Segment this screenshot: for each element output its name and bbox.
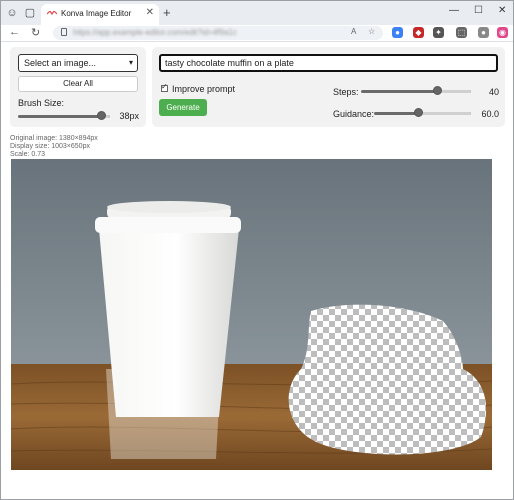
browser-toolbar: ← ↻ https://app.example-editor.com/edit?… bbox=[1, 25, 513, 41]
close-icon[interactable]: ✕ bbox=[498, 5, 506, 16]
slider-thumb[interactable] bbox=[433, 86, 442, 95]
paper-cup bbox=[99, 229, 239, 417]
back-icon[interactable]: ← bbox=[9, 26, 20, 38]
favorite-star-icon[interactable]: ☆ bbox=[368, 27, 375, 36]
maximize-icon[interactable]: ☐ bbox=[474, 5, 483, 16]
address-bar[interactable]: https://app.example-editor.com/edit?id=4… bbox=[53, 26, 383, 40]
steps-value: 40 bbox=[488, 87, 499, 97]
clear-all-button[interactable]: Clear All bbox=[18, 76, 138, 92]
translate-icon[interactable]: ● bbox=[392, 27, 403, 38]
reload-icon[interactable]: ↻ bbox=[31, 26, 40, 39]
lock-icon bbox=[61, 28, 67, 36]
tab-actions-icon[interactable]: ▢ bbox=[23, 6, 37, 20]
scale-info: Scale: 0.73 bbox=[10, 151, 46, 158]
profile-icon[interactable]: ☺ bbox=[5, 6, 19, 20]
new-tab-button[interactable]: + bbox=[163, 5, 171, 20]
chevron-down-icon: ▾ bbox=[128, 58, 133, 67]
guidance-value: 60.0 bbox=[481, 109, 499, 119]
tab-konva-editor[interactable]: Konva Image Editor ✕ bbox=[41, 4, 159, 25]
image-select[interactable]: Select an image... ▾ bbox=[18, 54, 138, 72]
slider-thumb[interactable] bbox=[97, 111, 106, 120]
image-select-value: Select an image... bbox=[24, 58, 97, 68]
puzzle-icon[interactable]: ✦ bbox=[433, 27, 444, 38]
slider-rest bbox=[418, 112, 471, 115]
brush-size-value: 38px bbox=[119, 111, 139, 121]
copilot-icon[interactable]: ◉ bbox=[497, 27, 508, 38]
brush-size-label: Brush Size: bbox=[18, 98, 65, 108]
guidance-slider[interactable] bbox=[374, 108, 471, 118]
read-aloud-icon[interactable]: A bbox=[351, 27, 356, 36]
collections-icon[interactable]: ⬚ bbox=[456, 27, 467, 38]
tab-close-icon[interactable]: ✕ bbox=[146, 7, 154, 18]
canvas-image[interactable] bbox=[11, 159, 492, 470]
image-canvas[interactable] bbox=[11, 159, 492, 470]
konva-favicon-icon bbox=[47, 11, 57, 16]
prompt-input[interactable]: tasty chocolate muffin on a plate bbox=[159, 54, 498, 72]
tab-title: Konva Image Editor bbox=[61, 9, 132, 18]
tab-bar: ☺ ▢ Konva Image Editor ✕ + — ☐ ✕ bbox=[1, 1, 513, 25]
generate-button[interactable]: Generate bbox=[159, 99, 207, 116]
steps-label: Steps: bbox=[333, 87, 359, 97]
account-icon[interactable]: ● bbox=[478, 27, 489, 38]
minimize-icon[interactable]: — bbox=[449, 5, 459, 16]
brush-size-slider[interactable] bbox=[18, 111, 110, 121]
improve-prompt-label: Improve prompt bbox=[172, 84, 236, 94]
slider-rest bbox=[437, 90, 471, 93]
guidance-label: Guidance: bbox=[333, 109, 375, 119]
browser-window: ☺ ▢ Konva Image Editor ✕ + — ☐ ✕ ← ↻ htt… bbox=[0, 0, 514, 500]
shield-icon[interactable]: ◆ bbox=[413, 27, 424, 38]
slider-thumb[interactable] bbox=[414, 108, 423, 117]
improve-prompt-checkbox[interactable] bbox=[161, 82, 168, 92]
steps-slider[interactable] bbox=[361, 86, 471, 96]
address-url: https://app.example-editor.com/edit?id=4… bbox=[73, 28, 237, 37]
original-size-info: Original image: 1380×894px bbox=[10, 135, 98, 142]
display-size-info: Display size: 1003×650px bbox=[10, 143, 90, 150]
